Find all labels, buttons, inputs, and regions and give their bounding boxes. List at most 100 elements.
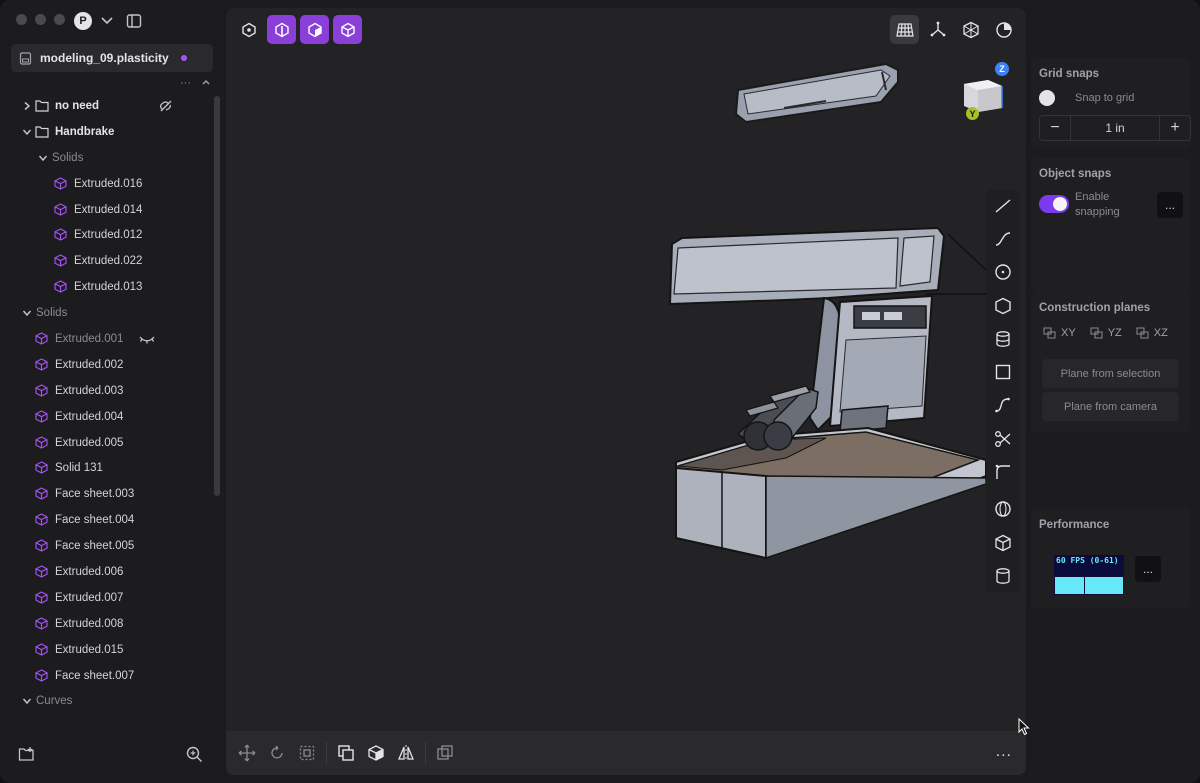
outliner-scrollbar[interactable] bbox=[214, 96, 220, 496]
enable-snapping-toggle[interactable] bbox=[1039, 195, 1069, 213]
object-snaps-more-button[interactable]: ... bbox=[1157, 192, 1183, 218]
box-icon[interactable] bbox=[986, 526, 1020, 559]
console-part[interactable] bbox=[668, 226, 987, 560]
solid-row[interactable]: Extruded.008 bbox=[0, 611, 212, 637]
zoom-window-button[interactable] bbox=[54, 14, 65, 25]
sphere-icon[interactable] bbox=[986, 493, 1020, 526]
xray-icon[interactable] bbox=[956, 15, 985, 44]
performance-more-button[interactable]: ... bbox=[1135, 556, 1161, 582]
tree-item-label: Solids bbox=[36, 307, 68, 320]
close-window-button[interactable] bbox=[16, 14, 27, 25]
solid-row[interactable]: Extruded.004 bbox=[0, 404, 212, 430]
chevron-right-icon[interactable] bbox=[22, 101, 32, 111]
cylinder-stack-icon[interactable] bbox=[986, 322, 1020, 355]
curve-icon[interactable] bbox=[986, 222, 1020, 255]
group-row[interactable]: Solids bbox=[0, 145, 212, 171]
cover-part[interactable] bbox=[734, 62, 899, 124]
mirror-icon[interactable] bbox=[391, 738, 421, 768]
boolean-icon[interactable] bbox=[430, 738, 460, 768]
folder-row[interactable]: no need bbox=[0, 93, 212, 119]
solid-row[interactable]: Solid 131 bbox=[0, 455, 212, 481]
solid-row[interactable]: Extruded.015 bbox=[0, 637, 212, 663]
chevron-down-icon[interactable] bbox=[100, 13, 114, 27]
more-options-icon[interactable]: ··· bbox=[180, 77, 191, 89]
solid-row[interactable]: Extruded.014 bbox=[0, 197, 212, 223]
snap-to-grid-label: Snap to grid bbox=[1075, 92, 1135, 104]
grid-size-stepper[interactable]: − 1 in + bbox=[1039, 115, 1191, 141]
solid-row[interactable]: Extruded.001 bbox=[0, 326, 212, 352]
spline-icon[interactable] bbox=[986, 389, 1020, 422]
hidden-icon[interactable] bbox=[158, 98, 174, 114]
minimize-window-button[interactable] bbox=[35, 14, 46, 25]
solid-row[interactable]: Face sheet.005 bbox=[0, 533, 212, 559]
user-avatar[interactable]: P bbox=[74, 12, 92, 30]
solid-row[interactable]: Extruded.003 bbox=[0, 378, 212, 404]
outliner-tree: no need Handbrake Solids Extruded.016 Extrud… bbox=[0, 93, 212, 714]
hidden-eye-icon[interactable] bbox=[138, 333, 156, 345]
solid-row[interactable]: Extruded.016 bbox=[0, 171, 212, 197]
vertex-select-icon[interactable] bbox=[234, 15, 263, 44]
duplicate-icon[interactable] bbox=[331, 738, 361, 768]
axes-icon[interactable] bbox=[923, 15, 952, 44]
plane-xy-button[interactable]: XY bbox=[1043, 327, 1076, 339]
plane-xz-button[interactable]: XZ bbox=[1136, 327, 1168, 339]
grid-size-increase-button[interactable]: + bbox=[1160, 116, 1190, 140]
face-select-icon[interactable] bbox=[300, 15, 329, 44]
new-folder-icon[interactable] bbox=[18, 746, 36, 762]
edge-select-icon[interactable] bbox=[267, 15, 296, 44]
solid-icon bbox=[35, 668, 49, 683]
chevron-down-icon[interactable] bbox=[22, 696, 32, 706]
tree-item-label: Extruded.015 bbox=[55, 643, 124, 656]
zoom-search-icon[interactable] bbox=[186, 746, 203, 763]
solid-row[interactable]: Extruded.007 bbox=[0, 585, 212, 611]
plane-from-camera-button[interactable]: Plane from camera bbox=[1042, 392, 1179, 421]
solid-row[interactable]: Extruded.002 bbox=[0, 352, 212, 378]
performance-title: Performance bbox=[1039, 519, 1110, 531]
grid-icon[interactable] bbox=[890, 15, 919, 44]
solid-row[interactable]: Face sheet.004 bbox=[0, 507, 212, 533]
line-icon[interactable] bbox=[986, 189, 1020, 222]
properties-panel: Grid snaps Snap to grid − 1 in + Object … bbox=[1030, 0, 1200, 783]
offset-icon[interactable] bbox=[361, 738, 391, 768]
chevron-down-icon[interactable] bbox=[22, 308, 32, 318]
solid-row[interactable]: Extruded.005 bbox=[0, 430, 212, 456]
grid-size-value[interactable]: 1 in bbox=[1070, 116, 1160, 140]
snap-to-grid-radio[interactable] bbox=[1039, 90, 1055, 106]
fillet-curve-icon[interactable] bbox=[986, 455, 1020, 488]
collapse-icon[interactable] bbox=[201, 77, 211, 89]
cylinder-icon[interactable] bbox=[986, 559, 1020, 592]
group-row[interactable]: Solids bbox=[0, 300, 212, 326]
chevron-down-icon[interactable] bbox=[38, 153, 48, 163]
model-render[interactable] bbox=[226, 8, 1026, 775]
plane-from-selection-button[interactable]: Plane from selection bbox=[1042, 359, 1179, 388]
file-tab[interactable]: modeling_09.plasticity bbox=[11, 44, 213, 72]
group-row[interactable]: Curves bbox=[0, 688, 212, 714]
scissors-icon[interactable] bbox=[986, 422, 1020, 455]
chevron-down-icon[interactable] bbox=[22, 127, 32, 137]
rectangle-icon[interactable] bbox=[986, 355, 1020, 388]
folder-row[interactable]: Handbrake bbox=[0, 119, 212, 145]
rotate-icon[interactable] bbox=[262, 738, 292, 768]
polygon-icon[interactable] bbox=[986, 289, 1020, 322]
z-axis-label[interactable]: Z bbox=[995, 62, 1009, 76]
render-mode-icon[interactable] bbox=[989, 15, 1018, 44]
solid-row[interactable]: Extruded.012 bbox=[0, 222, 212, 248]
solid-row[interactable]: Face sheet.003 bbox=[0, 481, 212, 507]
circle-icon[interactable] bbox=[986, 256, 1020, 289]
move-icon[interactable] bbox=[232, 738, 262, 768]
more-tools-button[interactable]: ... bbox=[996, 743, 1012, 761]
sidebar-toggle-icon[interactable] bbox=[126, 13, 142, 29]
solid-row[interactable]: Extruded.022 bbox=[0, 248, 212, 274]
solid-select-icon[interactable] bbox=[333, 15, 362, 44]
plane-yz-button[interactable]: YZ bbox=[1090, 327, 1122, 339]
solid-icon bbox=[54, 177, 68, 191]
nav-cube[interactable]: Z Y bbox=[958, 62, 1009, 122]
solid-row[interactable]: Face sheet.007 bbox=[0, 663, 212, 689]
solid-row[interactable]: Extruded.006 bbox=[0, 559, 212, 585]
outliner-tools: ··· bbox=[180, 77, 211, 89]
solid-row[interactable]: Extruded.013 bbox=[0, 274, 212, 300]
grid-size-decrease-button[interactable]: − bbox=[1040, 116, 1070, 140]
scale-icon[interactable] bbox=[292, 738, 322, 768]
3d-viewport[interactable]: Z Y ... bbox=[226, 8, 1026, 775]
y-axis-label[interactable]: Y bbox=[966, 107, 979, 120]
